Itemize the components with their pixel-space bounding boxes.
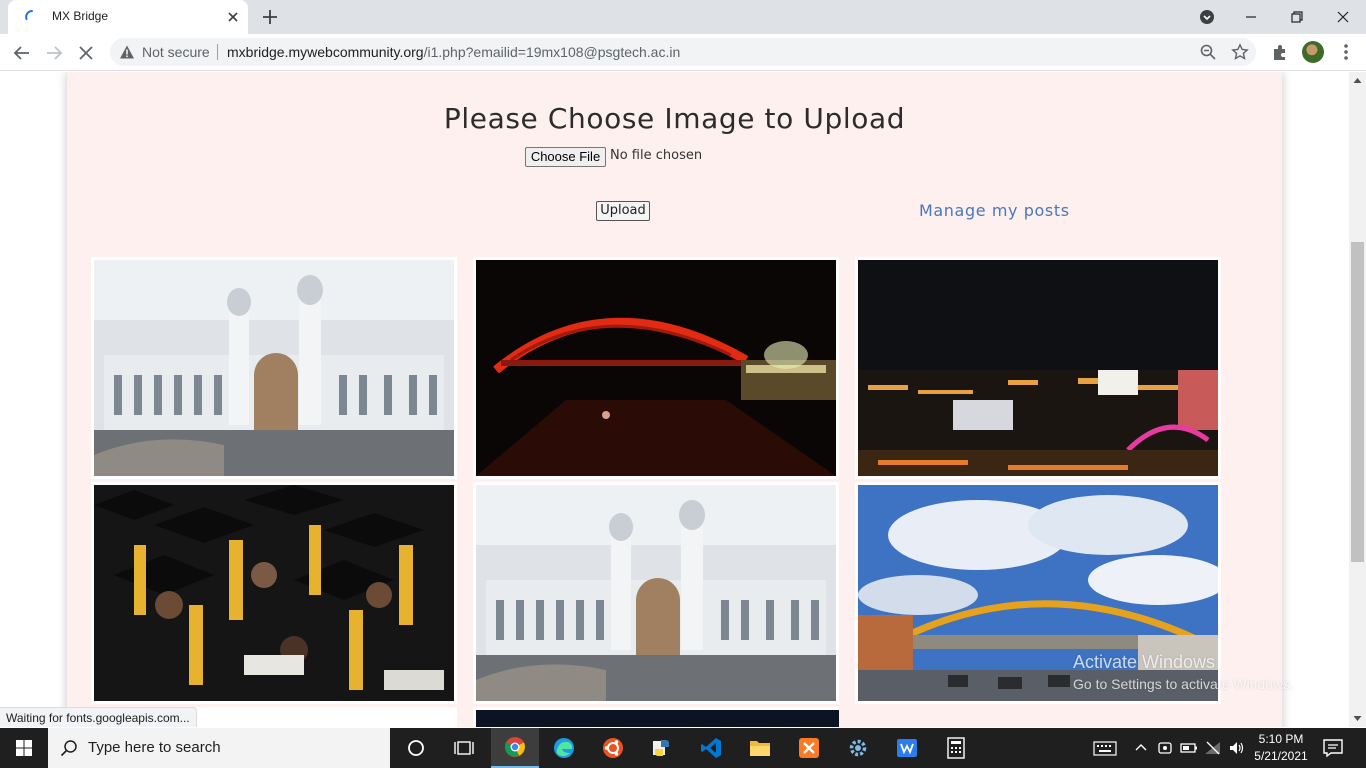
extensions-icon[interactable] — [1270, 42, 1290, 62]
stop-loading-icon[interactable] — [73, 40, 99, 66]
taskbar-search-box[interactable]: Type here to search — [48, 728, 390, 768]
tab-strip: MX Bridge — [0, 0, 1366, 34]
taskbar-edge[interactable] — [540, 728, 588, 768]
taskbar-xampp[interactable] — [785, 728, 833, 768]
taskbar-calculator[interactable] — [932, 728, 980, 768]
task-view-button[interactable] — [440, 728, 488, 768]
scroll-down-arrow-icon[interactable] — [1353, 714, 1362, 723]
manage-posts-link[interactable]: Manage my posts — [919, 201, 1070, 220]
chevron-up-icon[interactable] — [1132, 739, 1150, 757]
minimize-icon[interactable] — [1238, 4, 1264, 30]
windows-start-icon[interactable] — [0, 728, 48, 768]
browser-tab[interactable]: MX Bridge — [8, 0, 248, 34]
taskbar-ubuntu[interactable] — [589, 728, 637, 768]
menu-icon[interactable] — [1336, 42, 1356, 62]
gallery-image-dark[interactable] — [473, 707, 839, 727]
omnibox-divider — [217, 44, 218, 60]
browser-toolbar: Not secure mxbridge.mywebcommunity.org/i… — [0, 34, 1366, 71]
scroll-up-arrow-icon[interactable] — [1353, 76, 1362, 85]
gallery-image-graduation[interactable] — [91, 482, 457, 704]
taskbar-vscode[interactable] — [687, 728, 735, 768]
url-path: /i1.php?emailid=19mx108@psgtech.ac.in — [423, 44, 681, 60]
cortana-button[interactable] — [392, 728, 440, 768]
chrome-icon — [504, 737, 525, 757]
tab-search-icon[interactable] — [1194, 4, 1220, 30]
meet-now-icon[interactable] — [1156, 739, 1174, 757]
ubuntu-icon — [603, 738, 623, 758]
choose-file-button[interactable]: Choose File — [525, 147, 606, 167]
close-tab-icon[interactable] — [224, 8, 242, 26]
url-text[interactable]: mxbridge.mywebcommunity.org/i1.php?email… — [227, 44, 680, 60]
profile-avatar[interactable] — [1302, 41, 1324, 63]
taskbar-file-explorer[interactable] — [736, 728, 784, 768]
page-title: Please Choose Image to Upload — [443, 102, 906, 135]
upload-button[interactable]: Upload — [596, 201, 650, 221]
activation-watermark-subtitle: Go to Settings to activate Windows. — [1073, 676, 1294, 692]
status-bubble: Waiting for fonts.googleapis.com... — [0, 707, 197, 727]
calculator-icon — [947, 737, 965, 759]
bookmark-star-icon[interactable] — [1231, 43, 1249, 61]
new-tab-icon[interactable] — [259, 6, 281, 28]
page-scrollbar[interactable] — [1349, 72, 1366, 727]
zoom-icon[interactable] — [1199, 43, 1217, 61]
taskbar: Type here to search 5:10 PM 5/21/2021 — [0, 728, 1366, 768]
gallery-image-building-2[interactable] — [473, 482, 839, 704]
dark-night-photo — [476, 710, 839, 727]
close-window-icon[interactable] — [1330, 4, 1356, 30]
back-icon[interactable] — [9, 40, 35, 66]
forward-icon[interactable] — [41, 40, 67, 66]
restore-icon[interactable] — [1284, 4, 1310, 30]
edge-icon — [554, 738, 574, 758]
battery-icon[interactable] — [1180, 739, 1198, 757]
building-photo — [94, 260, 454, 476]
clock-time: 5:10 PM — [1258, 732, 1304, 746]
red-bridge-photo — [476, 260, 836, 476]
address-bar[interactable]: Not secure mxbridge.mywebcommunity.org/i… — [110, 38, 1256, 66]
wps-writer-icon — [897, 739, 917, 757]
security-label[interactable]: Not secure — [142, 44, 210, 60]
xampp-icon — [799, 738, 819, 758]
activation-watermark-title: Activate Windows — [1073, 652, 1216, 672]
vscode-icon — [701, 738, 721, 758]
search-placeholder: Type here to search — [88, 739, 221, 756]
volume-icon[interactable] — [1228, 739, 1246, 757]
file-status-text: No file chosen — [610, 148, 703, 163]
python-icon — [653, 740, 669, 756]
upload-panel: Please Choose Image to Upload Choose Fil… — [67, 72, 1282, 727]
city-night-photo — [858, 260, 1218, 476]
taskbar-settings[interactable] — [834, 728, 882, 768]
cortana-circle-icon — [408, 740, 424, 756]
notification-center-icon[interactable] — [1322, 738, 1344, 758]
building-photo-2 — [476, 485, 836, 701]
taskbar-chrome[interactable] — [491, 728, 539, 768]
loading-spinner-icon — [25, 10, 33, 20]
warning-icon — [120, 45, 134, 59]
clock-date: 5/21/2021 — [1254, 749, 1308, 763]
taskbar-clock[interactable]: 5:10 PM 5/21/2021 — [1250, 731, 1312, 765]
gallery-image-red-bridge[interactable] — [473, 257, 839, 479]
keyboard-layout-icon[interactable] — [1093, 739, 1117, 757]
scrollbar-thumb[interactable] — [1351, 242, 1364, 562]
graduation-photo — [94, 485, 454, 701]
network-icon[interactable] — [1204, 739, 1222, 757]
tab-title: MX Bridge — [52, 9, 109, 23]
gallery-image-city-night[interactable] — [855, 257, 1221, 479]
taskbar-wps-writer[interactable] — [883, 728, 931, 768]
search-icon — [60, 740, 77, 757]
task-view-icon — [454, 741, 474, 755]
gallery-image-building[interactable] — [91, 257, 457, 479]
folder-icon — [750, 741, 770, 756]
taskbar-python[interactable] — [638, 728, 686, 768]
page-viewport: Please Choose Image to Upload Choose Fil… — [0, 72, 1349, 727]
gear-icon — [849, 739, 867, 757]
url-host: mxbridge.mywebcommunity.org — [227, 44, 424, 60]
